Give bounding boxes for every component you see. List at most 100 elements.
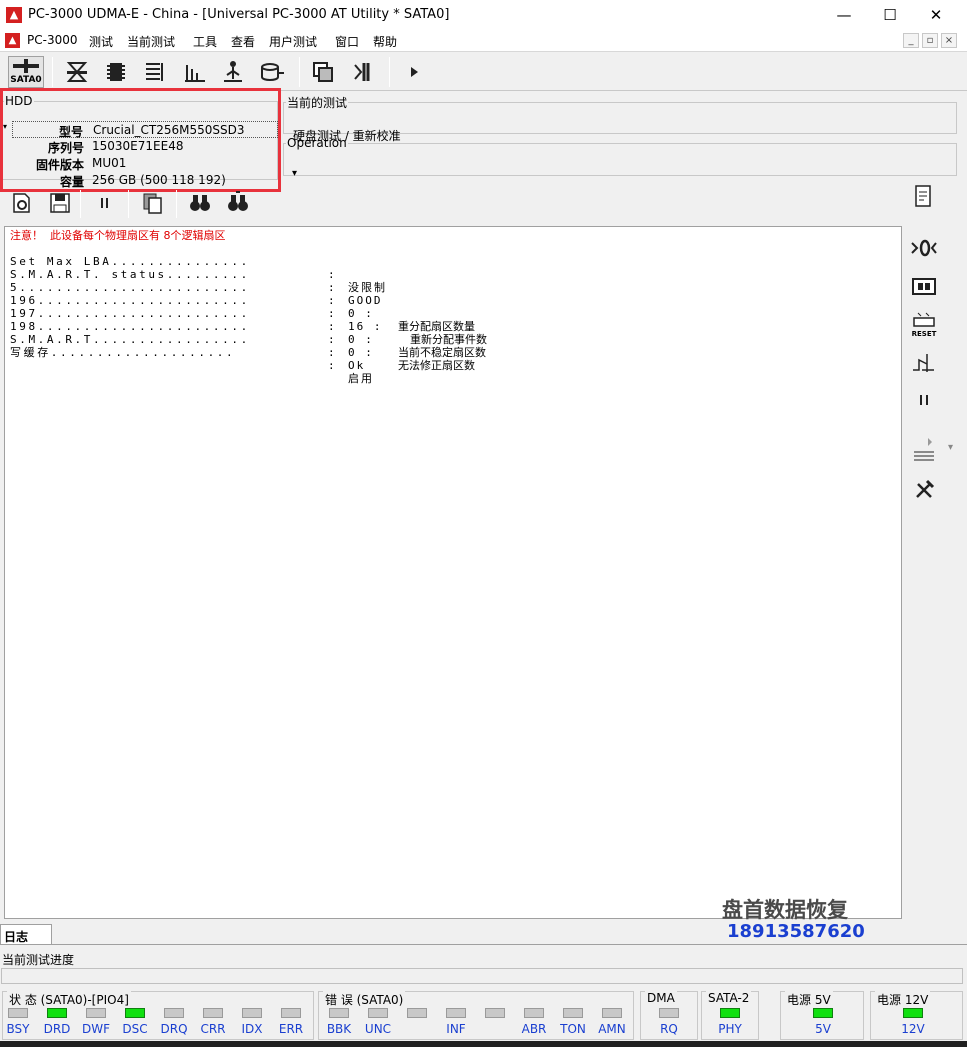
state-dwf-led — [86, 1008, 106, 1018]
log-line: 写缓存.................... : 启用 — [10, 333, 890, 385]
state-idx-led — [242, 1008, 262, 1018]
title-bar: ▲ PC-3000 UDMA-E - China - [Universal PC… — [0, 0, 967, 30]
taskbar — [0, 1041, 967, 1047]
mdi-minimize-button[interactable]: _ — [903, 33, 919, 48]
error-inf-led — [446, 1008, 466, 1018]
window-title: PC-3000 UDMA-E - China - [Universal PC-3… — [28, 7, 450, 22]
binoculars-icon — [190, 195, 210, 211]
menu-user-test[interactable]: 用户测试 — [269, 33, 317, 50]
page-gear-icon — [13, 193, 30, 213]
log-value: 启用 — [348, 372, 374, 385]
toolbar-separator — [52, 57, 53, 87]
dma-rq-led — [659, 1008, 679, 1018]
log-value: Ok — [348, 359, 366, 372]
stack-button[interactable] — [910, 436, 938, 464]
log-toolbar-separator — [176, 190, 177, 218]
menu-test[interactable]: 测试 — [89, 33, 113, 50]
state-bsy-led — [8, 1008, 28, 1018]
state-drq-label: DRQ — [160, 1022, 188, 1036]
power-5v-led — [813, 1008, 833, 1018]
close-button[interactable]: ✕ — [913, 0, 959, 30]
menu-bar: ▲ PC-3000 测试 当前测试 工具 查看 用户测试 窗口 帮助 _ ▫ × — [0, 30, 967, 52]
state-idx-label: IDX — [241, 1022, 263, 1036]
operation-group: Operation ▾ — [283, 136, 957, 179]
play-icon — [411, 67, 418, 77]
state-drd-label: DRD — [43, 1022, 71, 1036]
error-abr-led — [524, 1008, 544, 1018]
board-button[interactable] — [910, 272, 938, 300]
state-legend: 状 态 (SATA0)-[PIO4] — [7, 991, 131, 1008]
log-colon: : — [328, 346, 335, 359]
disk-button[interactable] — [259, 59, 285, 85]
menu-current-test[interactable]: 当前测试 — [127, 33, 175, 50]
log-warning: 注意！ 此设备每个物理扇区有 8个逻辑扇区 — [10, 229, 226, 242]
menu-view[interactable]: 查看 — [231, 33, 255, 50]
error-blank2-led — [407, 1008, 427, 1018]
sata-phy-label: PHY — [718, 1022, 742, 1036]
state-drd-led — [47, 1008, 67, 1018]
log-value: 0 : — [348, 346, 374, 359]
mdi-restore-button[interactable]: ▫ — [922, 33, 938, 48]
document-icon[interactable]: ▲ — [5, 33, 20, 48]
windows-icon — [313, 62, 333, 82]
power-zero-button[interactable] — [910, 234, 938, 262]
chip-button[interactable] — [103, 59, 129, 85]
relay-button[interactable] — [910, 348, 938, 376]
chip-icon — [107, 63, 125, 81]
pause-icon — [101, 198, 108, 208]
state-crr-led — [203, 1008, 223, 1018]
sata-port-label: SATA0 — [10, 75, 42, 85]
windows-button[interactable] — [310, 59, 336, 85]
state-dsc-label: DSC — [122, 1022, 148, 1036]
minimize-button[interactable]: — — [821, 0, 867, 30]
list-button[interactable] — [142, 59, 168, 85]
relay-icon — [913, 354, 934, 372]
drive-select-icon — [66, 62, 88, 82]
main-toolbar: SATA0 — [0, 53, 967, 91]
operation-dropdown-icon[interactable]: ▾ — [292, 168, 297, 179]
right-toolbar: RESET — [906, 178, 942, 918]
tree-button[interactable] — [220, 59, 246, 85]
log-line: 196....................... : 16 : 重新分配事件… — [10, 281, 890, 346]
sata-phy-led — [720, 1008, 740, 1018]
log-panel[interactable]: 注意！ 此设备每个物理扇区有 8个逻辑扇区 Set Max LBA.......… — [4, 226, 902, 919]
error-ton-label: TON — [560, 1022, 586, 1036]
log-find-button[interactable] — [188, 191, 212, 215]
menu-window[interactable]: 窗口 — [335, 33, 359, 50]
log-copy-button[interactable] — [140, 191, 164, 215]
right-pause-button[interactable] — [910, 386, 938, 414]
dma-legend: DMA — [645, 991, 677, 1005]
state-bsy-label: BSY — [6, 1022, 30, 1036]
run-icon — [354, 63, 370, 81]
reset-icon — [913, 312, 935, 327]
reset-button[interactable]: RESET — [910, 310, 938, 338]
run-button[interactable] — [349, 59, 375, 85]
state-err-led — [281, 1008, 301, 1018]
list-icon — [146, 63, 163, 81]
menu-tools[interactable]: 工具 — [193, 33, 217, 50]
scroll-button[interactable] — [910, 182, 938, 210]
log-pause-button[interactable] — [93, 191, 117, 215]
vertical-scroll-strip[interactable]: ▾ — [946, 178, 967, 918]
log-find-next-button[interactable] — [226, 191, 250, 215]
sata-port-button[interactable]: SATA0 — [8, 56, 44, 88]
error-amn-label: AMN — [598, 1022, 626, 1036]
power-5v-label: 5V — [815, 1022, 831, 1036]
binoculars-next-icon — [228, 191, 248, 211]
menu-pc3000[interactable]: PC-3000 — [27, 33, 77, 47]
tools-button[interactable] — [910, 476, 938, 504]
stack-icon — [914, 438, 934, 461]
log-line: Set Max LBA............... : 没限制 — [10, 242, 890, 294]
log-settings-button[interactable] — [10, 191, 34, 215]
dma-rq-label: RQ — [660, 1022, 678, 1036]
play-button[interactable] — [401, 59, 427, 85]
progress-label: 当前测试进度 — [2, 953, 75, 967]
mdi-close-button[interactable]: × — [941, 33, 957, 48]
chart-button[interactable] — [181, 59, 207, 85]
maximize-button[interactable]: ☐ — [867, 0, 913, 30]
drive-select-button[interactable] — [64, 59, 90, 85]
menu-help[interactable]: 帮助 — [373, 33, 397, 50]
tab-log[interactable]: 日志 — [0, 924, 52, 944]
log-save-button[interactable] — [48, 191, 72, 215]
scroll-down-arrow-icon[interactable]: ▾ — [948, 442, 953, 453]
